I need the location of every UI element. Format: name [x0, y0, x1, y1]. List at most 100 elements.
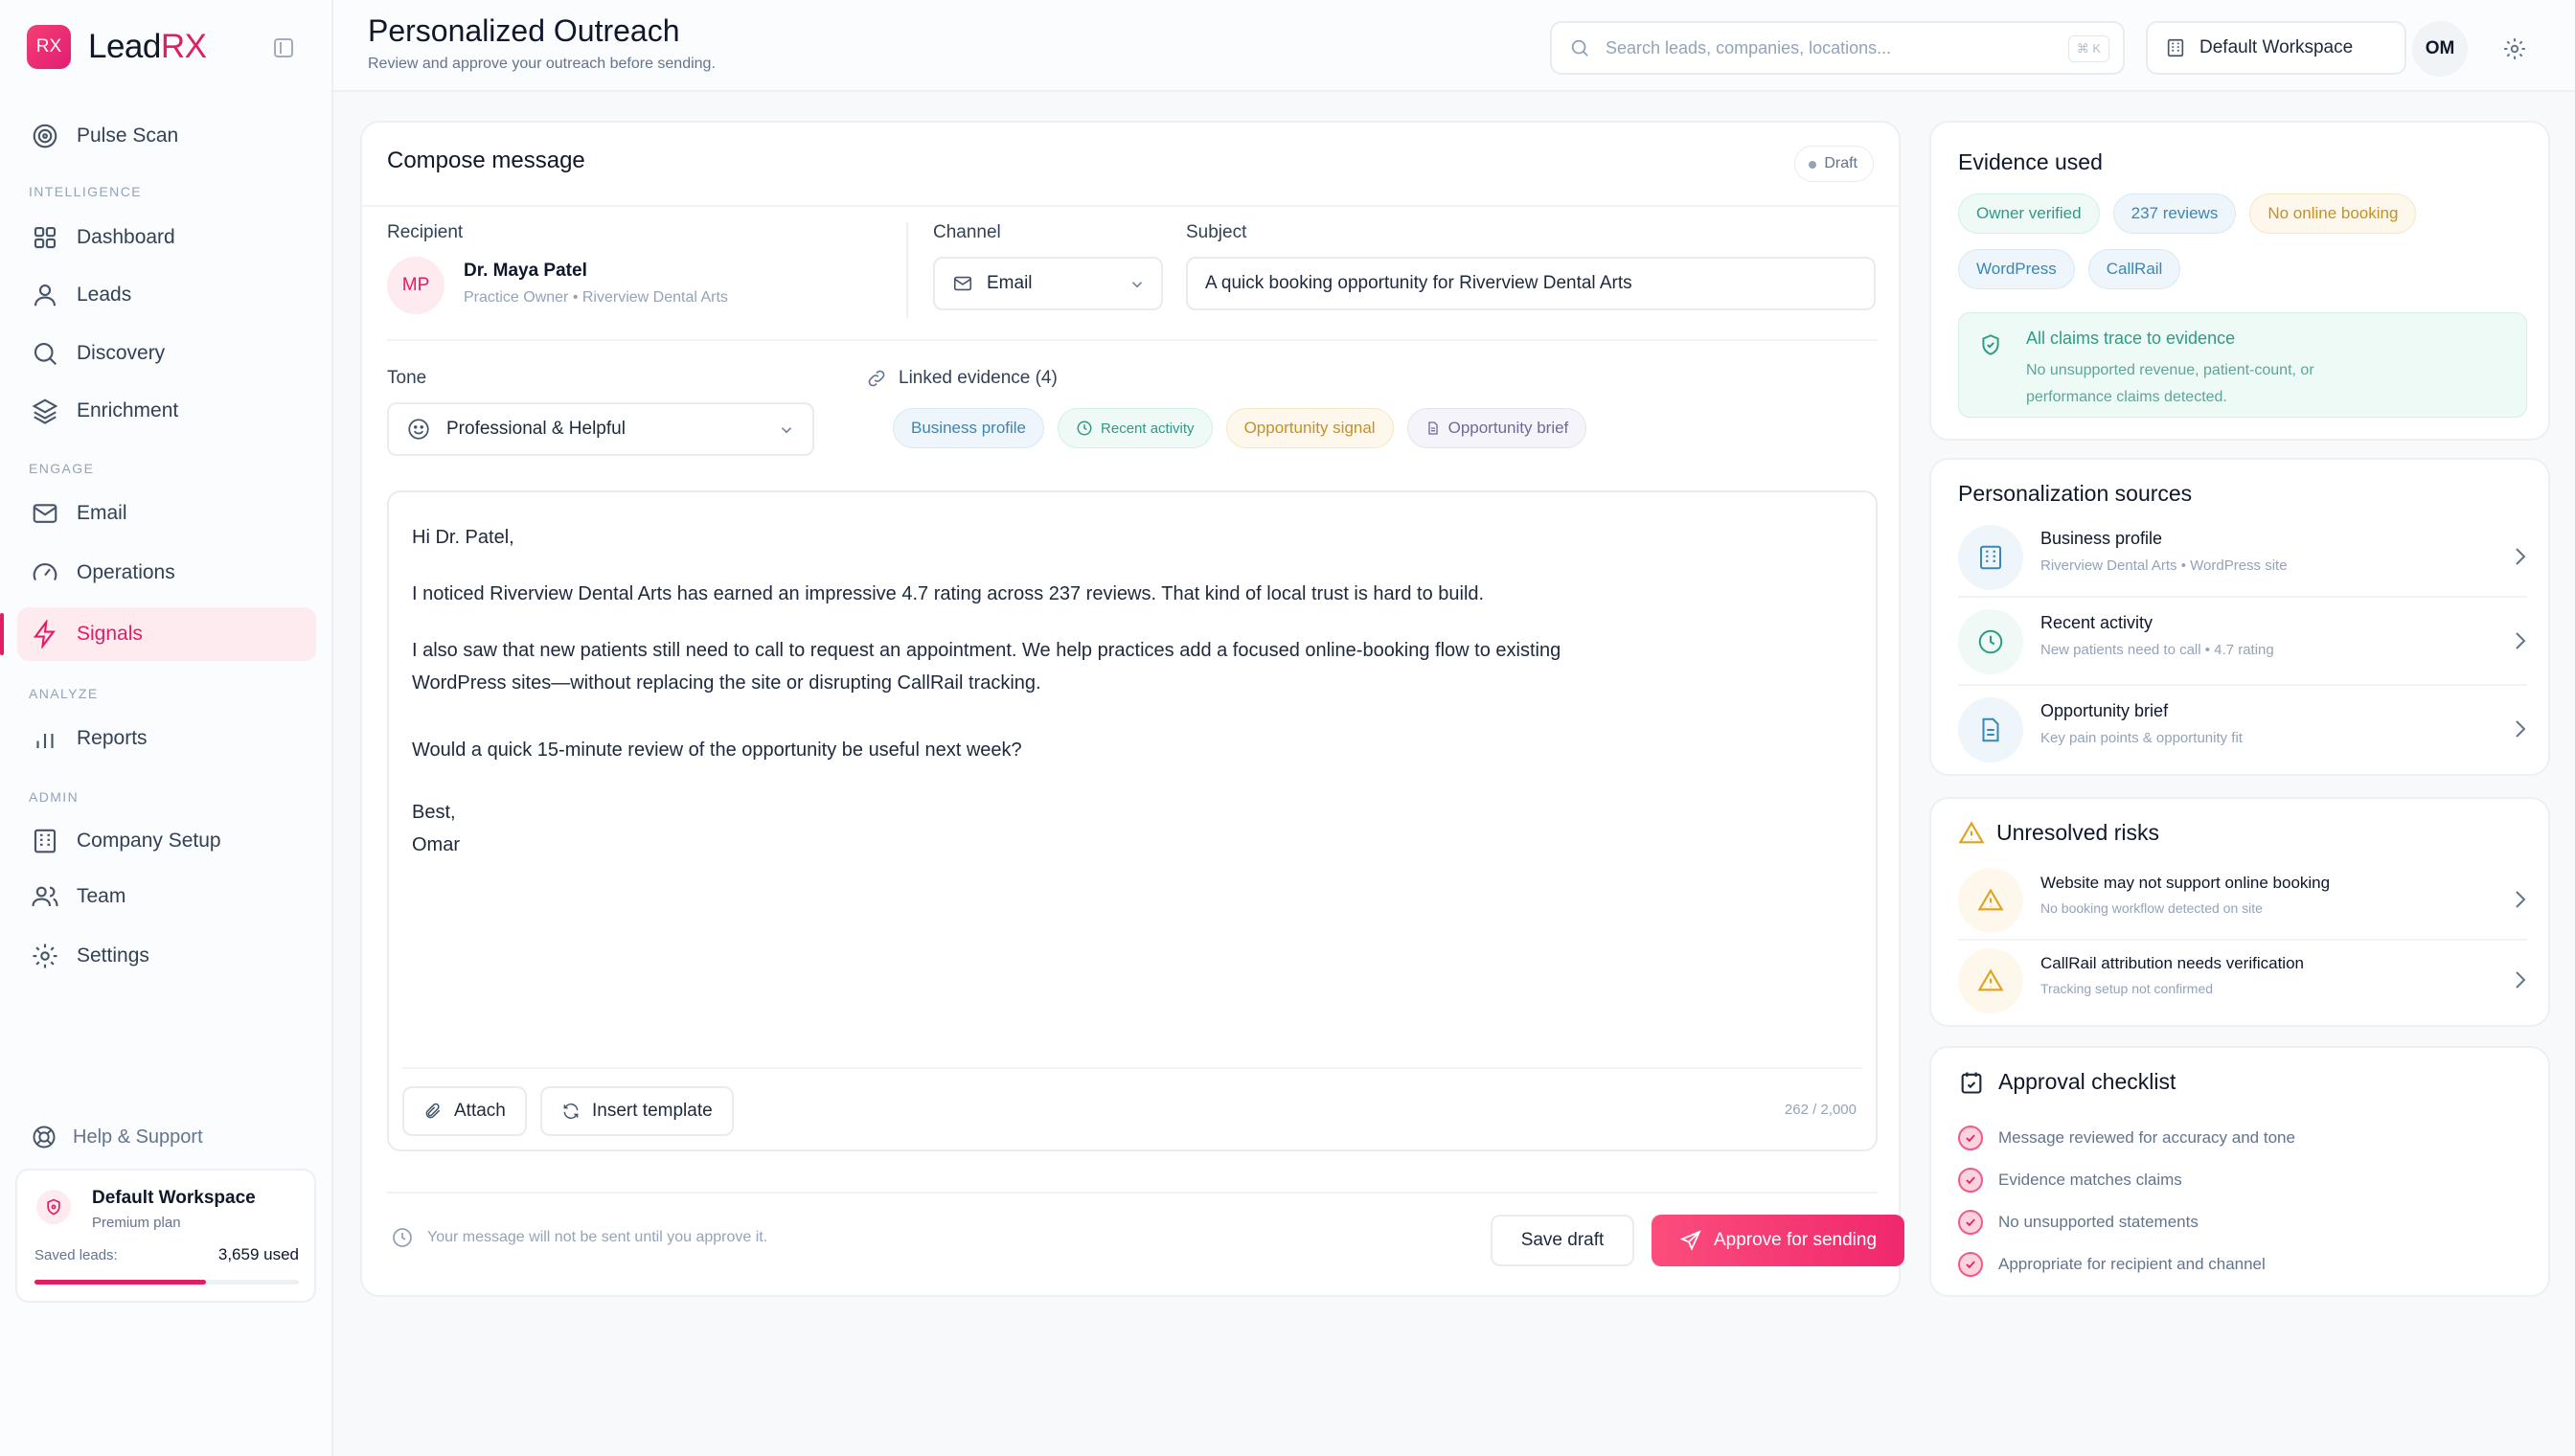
- evidence-chip-opportunity-brief[interactable]: Opportunity brief: [1406, 408, 1587, 448]
- channel-select[interactable]: Email: [933, 257, 1163, 310]
- checklist-item[interactable]: No unsupported statements: [1958, 1201, 2527, 1243]
- message-signature: Omar: [412, 834, 460, 855]
- nav-dashboard[interactable]: Dashboard: [17, 211, 316, 264]
- save-draft-button[interactable]: Save draft: [1491, 1215, 1634, 1266]
- chevron-right-icon: [2516, 632, 2526, 649]
- search-input[interactable]: Search leads, companies, locations... ⌘ …: [1550, 21, 2125, 75]
- nav-team[interactable]: Team: [17, 870, 316, 923]
- recipient-role: Practice Owner • Riverview Dental Arts: [464, 289, 728, 306]
- page-subtitle: Review and approve your outreach before …: [368, 56, 716, 72]
- evidence-chip-owner-verified[interactable]: Owner verified: [1958, 193, 2100, 234]
- main: Personalized Outreach Review and approve…: [333, 0, 2575, 1456]
- gauge-icon: [33, 563, 57, 580]
- nav-settings[interactable]: Settings: [17, 929, 316, 983]
- calendar-check-icon: [1961, 1072, 1982, 1094]
- search-icon: [1571, 39, 1588, 57]
- check-circle-icon: [1958, 1210, 1983, 1235]
- approve-button[interactable]: Approve for sending: [1652, 1215, 1904, 1266]
- compose-title: Compose message: [387, 148, 585, 173]
- usage-bar-fill: [34, 1280, 207, 1285]
- message-paragraph: WordPress sites—without replacing the si…: [412, 672, 1041, 694]
- nav-help-support[interactable]: Help & Support: [17, 1110, 316, 1164]
- evidence-chip-recent-activity[interactable]: Recent activity: [1058, 408, 1213, 448]
- linked-evidence-label: Linked evidence (4): [899, 368, 1058, 388]
- checklist-items: Message reviewed for accuracy and tone Ev…: [1958, 1117, 2527, 1285]
- insert-template-button[interactable]: Insert template: [540, 1086, 734, 1136]
- unresolved-risks-card: Unresolved risks Website may not support…: [1929, 797, 2550, 1027]
- team-icon: [32, 886, 58, 907]
- chevron-right-icon: [2516, 720, 2526, 738]
- risk-item[interactable]: Website may not support online booking N…: [1958, 862, 2527, 941]
- message-paragraph: Would a quick 15-minute review of the op…: [412, 739, 1022, 761]
- recipient-label: Recipient: [387, 222, 464, 242]
- mail-icon: [953, 276, 972, 291]
- subject-input[interactable]: A quick booking opportunity for Rivervie…: [1186, 257, 1876, 310]
- divider: [402, 1067, 1862, 1069]
- checklist-item[interactable]: Evidence matches claims: [1958, 1159, 2527, 1201]
- source-item[interactable]: Business profile Riverview Dental Arts •…: [1958, 517, 2527, 598]
- clock-icon: [393, 1228, 412, 1247]
- checklist-title: Approval checklist: [1998, 1069, 2176, 1094]
- building-icon: [2167, 38, 2184, 57]
- personalization-sources-card: Personalization sources Business profile…: [1929, 458, 2550, 776]
- checklist-item[interactable]: Message reviewed for accuracy and tone: [1958, 1117, 2527, 1159]
- evidence-chip-reviews[interactable]: 237 reviews: [2112, 193, 2237, 234]
- mail-icon: [33, 504, 57, 523]
- warning-icon: [1977, 968, 2004, 991]
- nav-company-setup[interactable]: Company Setup: [17, 814, 316, 868]
- nav-enrichment[interactable]: Enrichment: [17, 384, 316, 438]
- send-icon: [1679, 1230, 1701, 1251]
- evidence-chips: Owner verified 237 reviews No online boo…: [1958, 193, 2533, 289]
- nav-leads[interactable]: Leads: [17, 268, 316, 322]
- recipient-name: Dr. Maya Patel: [464, 261, 587, 281]
- attach-button[interactable]: Attach: [402, 1086, 527, 1136]
- nav-pulse-scan[interactable]: Pulse Scan: [17, 109, 316, 163]
- evidence-chip-no-online-booking[interactable]: No online booking: [2249, 193, 2417, 234]
- workspace-card[interactable]: Default Workspace Premium plan Saved lea…: [15, 1169, 316, 1303]
- nav-email[interactable]: Email: [17, 487, 316, 540]
- compose-card: Compose message Draft Recipient MP Dr. M…: [360, 121, 1904, 1297]
- tone-select[interactable]: Professional & Helpful: [387, 402, 814, 456]
- brand[interactable]: RX LeadRX: [27, 25, 207, 69]
- claims-banner-text: No unsupported revenue, patient-count, o…: [2026, 362, 2314, 405]
- source-item[interactable]: Recent activity New patients need to cal…: [1958, 605, 2527, 686]
- refresh-icon: [563, 1103, 579, 1120]
- usage-bar: [34, 1280, 299, 1285]
- brand-name: LeadRX: [88, 28, 207, 65]
- collapse-sidebar-icon[interactable]: [274, 38, 293, 57]
- evidence-chip-callrail[interactable]: CallRail: [2087, 249, 2181, 289]
- header: Personalized Outreach Review and approve…: [333, 0, 2575, 92]
- layers-icon: [32, 398, 58, 424]
- nav-section-admin: ADMIN: [29, 789, 80, 805]
- approval-checklist-card: Approval checklist Message reviewed for …: [1929, 1046, 2550, 1297]
- sources-title: Personalization sources: [1958, 481, 2193, 506]
- evidence-chip-opportunity-signal[interactable]: Opportunity signal: [1225, 408, 1394, 448]
- nav-discovery[interactable]: Discovery: [17, 327, 316, 380]
- settings-gear-icon[interactable]: [2502, 36, 2527, 61]
- evidence-chip-business-profile[interactable]: Business profile: [893, 408, 1045, 448]
- workspace-switcher[interactable]: Default Workspace: [2146, 21, 2406, 75]
- linked-evidence-chips: Business profile Recent activity Opportu…: [893, 408, 1600, 448]
- building-icon: [34, 829, 57, 853]
- message-paragraph: I noticed Riverview Dental Arts has earn…: [412, 583, 1485, 604]
- message-greeting: Hi Dr. Patel,: [412, 527, 514, 548]
- nav-operations[interactable]: Operations: [17, 546, 316, 600]
- evidence-chip-wordpress[interactable]: WordPress: [1958, 249, 2075, 289]
- message-paragraph: I also saw that new patients still need …: [412, 640, 1561, 661]
- checklist-item[interactable]: Appropriate for recipient and channel: [1958, 1243, 2527, 1285]
- message-editor[interactable]: Hi Dr. Patel, I noticed Riverview Dental…: [387, 490, 1878, 1151]
- grid-icon: [34, 226, 57, 249]
- source-item[interactable]: Opportunity brief Key pain points & oppo…: [1958, 694, 2527, 766]
- saved-leads-value: 3,659 used: [217, 1245, 299, 1263]
- risk-item[interactable]: CallRail attribution needs verification …: [1958, 946, 2527, 1021]
- character-counter: 262 / 2,000: [1784, 1102, 1857, 1118]
- clock-icon: [1077, 421, 1092, 436]
- user-avatar[interactable]: OM: [2412, 21, 2468, 77]
- check-circle-icon: [1958, 1126, 1983, 1150]
- shield-check-icon: [1982, 334, 1999, 355]
- building-icon: [1980, 545, 2001, 570]
- nav-reports[interactable]: Reports: [17, 712, 316, 765]
- nav-signals[interactable]: Signals: [0, 607, 316, 661]
- warning-icon: [1977, 888, 2004, 911]
- check-circle-icon: [1958, 1168, 1983, 1193]
